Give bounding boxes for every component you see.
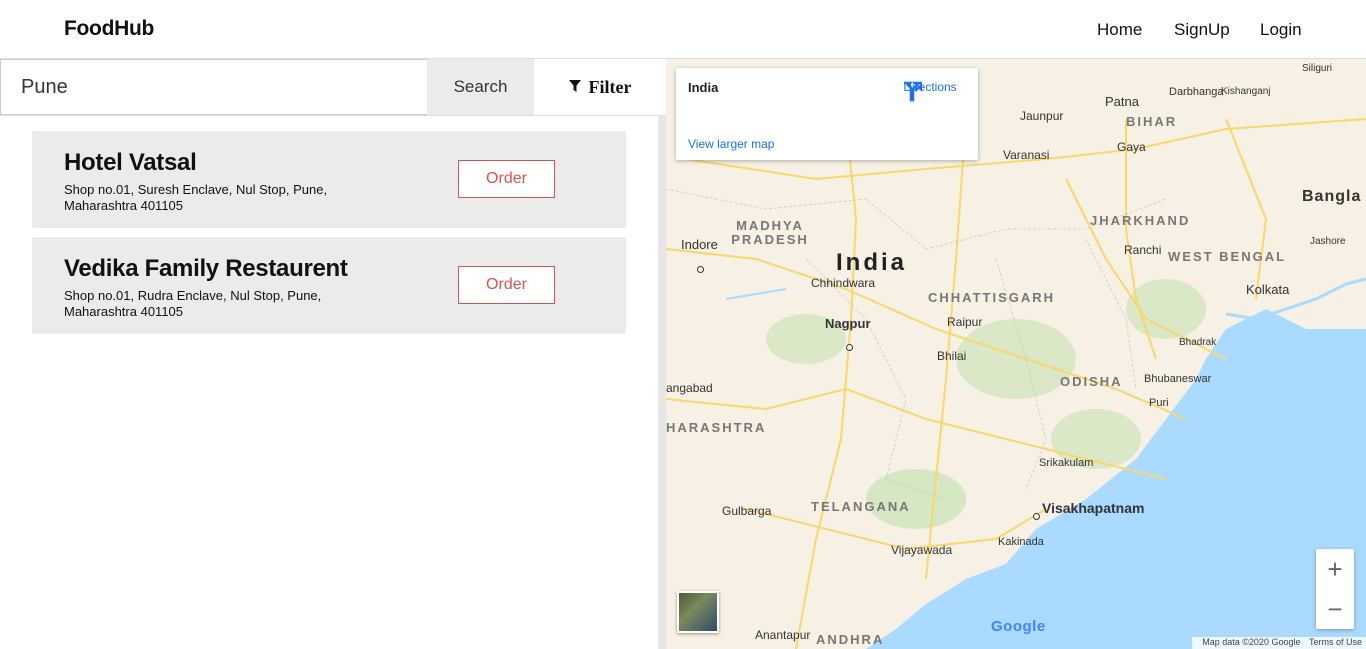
order-button[interactable]: Order [458, 266, 555, 304]
map-region-label: MADHYA PRADESH [731, 218, 809, 247]
map-city-label: Nagpur [825, 316, 871, 331]
map-region-label: HARASHTRA [666, 420, 767, 435]
map-region-label: WEST BENGAL [1168, 249, 1287, 264]
zoom-controls: + − [1316, 549, 1354, 629]
map-city-label: Darbhanga [1169, 86, 1224, 98]
map-city-label: Kolkata [1246, 282, 1290, 297]
search-button[interactable]: Search [427, 59, 534, 115]
zoom-in-button[interactable]: + [1316, 549, 1354, 589]
map-city-marker [697, 266, 704, 273]
restaurant-card: Hotel Vatsal Shop no.01, Suresh Enclave,… [32, 131, 626, 228]
nav-signup-link[interactable]: SignUp [1174, 20, 1230, 40]
restaurant-address: Shop no.01, Suresh Enclave, Nul Stop, Pu… [64, 182, 328, 213]
map-city-label: Indore [681, 237, 718, 252]
map-city-label: Chhindwara [811, 276, 876, 290]
map-data-credit: Map data ©2020 Google [1202, 637, 1301, 647]
map-city-label: Ranchi [1124, 243, 1162, 257]
view-larger-map-link[interactable]: View larger map [688, 137, 774, 151]
map-city-label: Siliguri [1302, 63, 1333, 74]
map-region-label: BIHAR [1126, 114, 1178, 129]
map-city-label: Bhadrak [1179, 337, 1217, 348]
filter-icon [568, 77, 581, 98]
map-region-label: ANDHRA [816, 632, 885, 647]
results-scrollbar[interactable] [658, 115, 666, 649]
map-city-label: Jashore [1310, 236, 1346, 247]
map-place-card: India Directions View larger map [676, 68, 978, 160]
search-bar: Search Filter [0, 59, 666, 116]
map-region-label: CHHATTISGARH [928, 290, 1056, 305]
map-embed[interactable]: India MADHYA PRADESH CHHATTISGARH JHARKH… [666, 59, 1366, 649]
map-city-label: Vijayawada [891, 543, 953, 557]
map-city-label: Raipur [947, 315, 983, 329]
restaurant-card: Vedika Family Restaurent Shop no.01, Rud… [32, 237, 626, 334]
map-city-label: Gulbarga [722, 504, 772, 518]
google-logo-text: Google [991, 618, 1046, 635]
navbar: FoodHub Home SignUp Login [0, 0, 1366, 59]
map-city-label: Patna [1105, 94, 1139, 109]
map-country-label: Bangla [1302, 188, 1362, 205]
map-attribution: Map data ©2020 Google Terms of Use [1192, 637, 1366, 649]
search-input[interactable] [0, 59, 427, 115]
map-region-label: TELANGANA [811, 499, 911, 514]
nav-home-link[interactable]: Home [1097, 20, 1142, 40]
map-place-title: India [688, 80, 719, 95]
satellite-toggle-thumbnail[interactable] [677, 591, 719, 633]
google-logo: Google [991, 618, 1046, 635]
map-city-label: Jaunpur [1020, 109, 1064, 123]
map-country-label: India [836, 249, 908, 276]
map-region-label: ODISHA [1060, 374, 1123, 389]
map-city-marker [846, 344, 853, 351]
zoom-out-button[interactable]: − [1316, 589, 1354, 629]
restaurant-address: Shop no.01, Rudra Enclave, Nul Stop, Pun… [64, 288, 322, 319]
map-city-label: Srikakulam [1039, 457, 1094, 469]
map-city-marker [1033, 513, 1040, 520]
map-city-label: Varanasi [1003, 148, 1050, 162]
map-city-label: Anantapur [755, 628, 811, 642]
map-city-label: Kishanganj [1221, 86, 1271, 97]
map-city-label: Puri [1149, 397, 1169, 409]
nav-login-link[interactable]: Login [1260, 20, 1302, 40]
restaurant-name: Hotel Vatsal [64, 149, 197, 176]
directions-button[interactable]: Directions [900, 80, 960, 102]
brand-logo[interactable]: FoodHub [64, 17, 154, 41]
map-city-label: Visakhapatnam [1042, 500, 1145, 516]
filter-label: Filter [588, 76, 632, 97]
restaurant-name: Vedika Family Restaurent [64, 255, 348, 282]
map-region-label: JHARKHAND [1090, 213, 1191, 228]
map-city-label: Bhubaneswar [1144, 373, 1212, 385]
map-city-label: Kakinada [998, 536, 1044, 548]
map-city-label: Gaya [1117, 140, 1146, 154]
map-city-label: Bhilai [937, 349, 967, 363]
order-button[interactable]: Order [458, 160, 555, 198]
map-city-label: angabad [666, 381, 713, 395]
results-panel: Search Filter Hotel Vatsal Shop no.01, S… [0, 59, 666, 649]
filter-button[interactable]: Filter [534, 59, 666, 115]
terms-of-use-link[interactable]: Terms of Use [1309, 637, 1362, 647]
